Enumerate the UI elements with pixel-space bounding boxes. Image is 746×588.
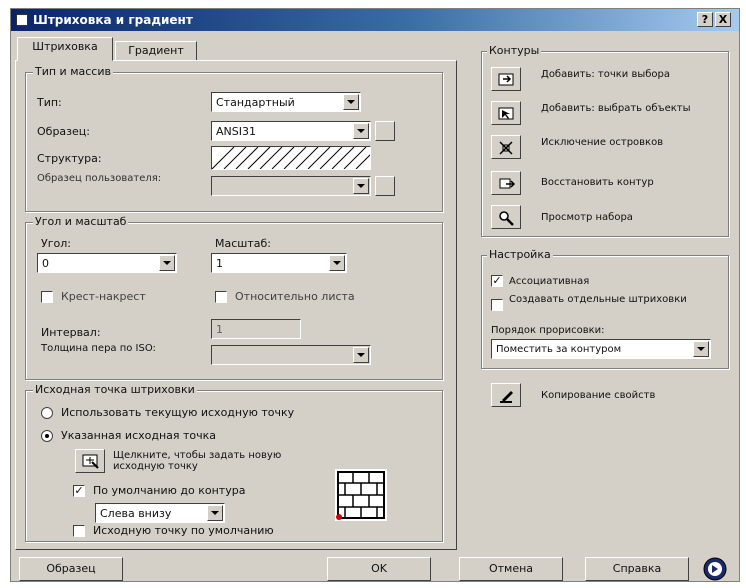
associative-label: Ассоциативная bbox=[509, 276, 590, 287]
tab-gradient[interactable]: Градиент bbox=[115, 41, 197, 61]
pattern-value: ANSI31 bbox=[216, 125, 256, 138]
close-button[interactable]: X bbox=[715, 12, 731, 27]
pattern-label: Образец: bbox=[37, 125, 90, 138]
scale-dropdown[interactable]: 1 bbox=[211, 253, 347, 273]
relative-paper-label: Относительно листа bbox=[235, 290, 355, 303]
cross-hatch-checkbox[interactable] bbox=[41, 291, 53, 303]
separate-hatches-label: Создавать отдельные штриховки bbox=[509, 294, 687, 305]
iso-pen-label: Толщина пера по ISO: bbox=[41, 343, 156, 354]
select-objects-icon bbox=[498, 107, 514, 120]
chevron-down-icon[interactable] bbox=[353, 347, 369, 363]
relative-paper-checkbox[interactable] bbox=[215, 291, 227, 303]
spacing-value: 1 bbox=[216, 323, 223, 336]
boundaries-title: Контуры bbox=[487, 44, 542, 57]
chevron-down-icon[interactable] bbox=[159, 255, 175, 271]
type-label: Тип: bbox=[37, 96, 62, 109]
pattern-swatch[interactable] bbox=[211, 146, 379, 170]
hatch-swatch-icon bbox=[211, 146, 379, 170]
tab-hatch[interactable]: Штриховка bbox=[17, 37, 113, 61]
inherit-properties-label: Копирование свойств bbox=[541, 390, 656, 401]
store-default-checkbox[interactable] bbox=[73, 525, 85, 537]
pick-points-icon bbox=[498, 73, 514, 86]
add-pick-points-button[interactable] bbox=[491, 67, 521, 91]
help-title-button[interactable]: ? bbox=[697, 12, 713, 27]
pattern-browse-button[interactable] bbox=[375, 121, 395, 141]
chevron-down-icon[interactable] bbox=[343, 94, 359, 110]
type-pattern-title: Тип и массив bbox=[33, 65, 113, 78]
brick-pattern-icon bbox=[335, 469, 387, 521]
custom-pattern-dropdown[interactable] bbox=[211, 176, 371, 196]
add-pick-points-label: Добавить: точки выбора bbox=[541, 69, 671, 80]
angle-scale-title: Угол и масштаб bbox=[33, 215, 129, 228]
associative-checkbox[interactable]: ✓ bbox=[491, 275, 503, 287]
remove-islands-icon bbox=[499, 141, 513, 155]
separate-hatches-checkbox[interactable] bbox=[491, 299, 503, 311]
cancel-button[interactable]: Отмена bbox=[459, 557, 563, 581]
inherit-properties-button[interactable] bbox=[491, 383, 521, 407]
draw-order-label: Порядок прорисовки: bbox=[491, 325, 605, 336]
draw-order-value: Поместить за контуром bbox=[496, 344, 622, 355]
add-select-objects-label: Добавить: выбрать объекты bbox=[541, 103, 691, 114]
add-select-objects-button[interactable] bbox=[491, 101, 521, 125]
remove-islands-label: Исключение островков bbox=[541, 137, 664, 148]
scale-label: Масштаб: bbox=[215, 237, 271, 250]
origin-position-dropdown[interactable]: Слева внизу bbox=[95, 503, 225, 523]
pick-origin-icon bbox=[82, 454, 99, 469]
draw-order-dropdown[interactable]: Поместить за контуром bbox=[491, 339, 711, 359]
chevron-down-icon[interactable] bbox=[693, 341, 709, 357]
remove-islands-button[interactable] bbox=[491, 135, 521, 159]
store-default-label: Исходную точку по умолчанию bbox=[93, 524, 274, 537]
pick-origin-button[interactable] bbox=[75, 449, 105, 473]
type-value: Стандартный bbox=[216, 96, 295, 109]
custom-browse-button[interactable] bbox=[375, 176, 395, 196]
preview-button[interactable]: Образец bbox=[19, 557, 123, 581]
options-title: Настройка bbox=[487, 248, 553, 261]
view-selections-button[interactable] bbox=[491, 205, 521, 229]
specified-origin-label: Указанная исходная точка bbox=[61, 429, 217, 442]
type-dropdown[interactable]: Стандартный bbox=[211, 92, 361, 112]
title-bar: Штриховка и градиент ? X bbox=[11, 9, 739, 31]
more-options-button[interactable] bbox=[703, 557, 727, 581]
pattern-dropdown[interactable]: ANSI31 bbox=[211, 121, 371, 141]
hatch-gradient-dialog: Штриховка и градиент ? X Штриховка Гради… bbox=[10, 8, 740, 582]
app-icon bbox=[16, 14, 28, 26]
swatch-label: Структура: bbox=[37, 152, 102, 165]
window-title: Штриховка и градиент bbox=[33, 13, 193, 27]
chevron-down-icon[interactable] bbox=[207, 505, 223, 521]
use-current-origin-radio[interactable] bbox=[41, 407, 53, 419]
chevron-down-icon[interactable] bbox=[353, 178, 369, 194]
specified-origin-radio[interactable] bbox=[41, 430, 53, 442]
cross-hatch-label: Крест-накрест bbox=[61, 290, 146, 303]
spacing-input[interactable]: 1 bbox=[211, 319, 301, 339]
inherit-brush-icon bbox=[500, 391, 513, 403]
view-selections-label: Просмотр набора bbox=[541, 212, 633, 223]
custom-pattern-label: Образец пользователя: bbox=[37, 173, 162, 184]
recreate-boundary-label: Восстановить контур bbox=[541, 177, 654, 188]
scale-value: 1 bbox=[216, 257, 223, 270]
angle-dropdown[interactable]: 0 bbox=[37, 253, 177, 273]
recreate-boundary-button[interactable] bbox=[491, 171, 521, 195]
spacing-label: Интервал: bbox=[41, 326, 101, 339]
pick-origin-text: Щелкните, чтобы задать новую исходную то… bbox=[113, 450, 282, 472]
use-current-origin-label: Использовать текущую исходную точку bbox=[61, 406, 295, 419]
help-button[interactable]: Справка bbox=[585, 557, 689, 581]
default-extents-checkbox[interactable]: ✓ bbox=[73, 485, 85, 497]
chevron-down-icon[interactable] bbox=[329, 255, 345, 271]
angle-value: 0 bbox=[42, 257, 49, 270]
arrow-circle-icon bbox=[703, 557, 727, 581]
default-extents-label: По умолчанию до контура bbox=[93, 484, 246, 497]
magnifier-icon bbox=[499, 211, 514, 226]
origin-position-value: Слева внизу bbox=[100, 507, 172, 520]
iso-pen-dropdown[interactable] bbox=[211, 345, 371, 365]
hatch-origin-title: Исходная точка штриховки bbox=[33, 383, 197, 396]
recreate-boundary-icon bbox=[499, 178, 516, 189]
ok-button[interactable]: OK bbox=[327, 557, 431, 581]
angle-label: Угол: bbox=[41, 237, 71, 250]
chevron-down-icon[interactable] bbox=[353, 123, 369, 139]
